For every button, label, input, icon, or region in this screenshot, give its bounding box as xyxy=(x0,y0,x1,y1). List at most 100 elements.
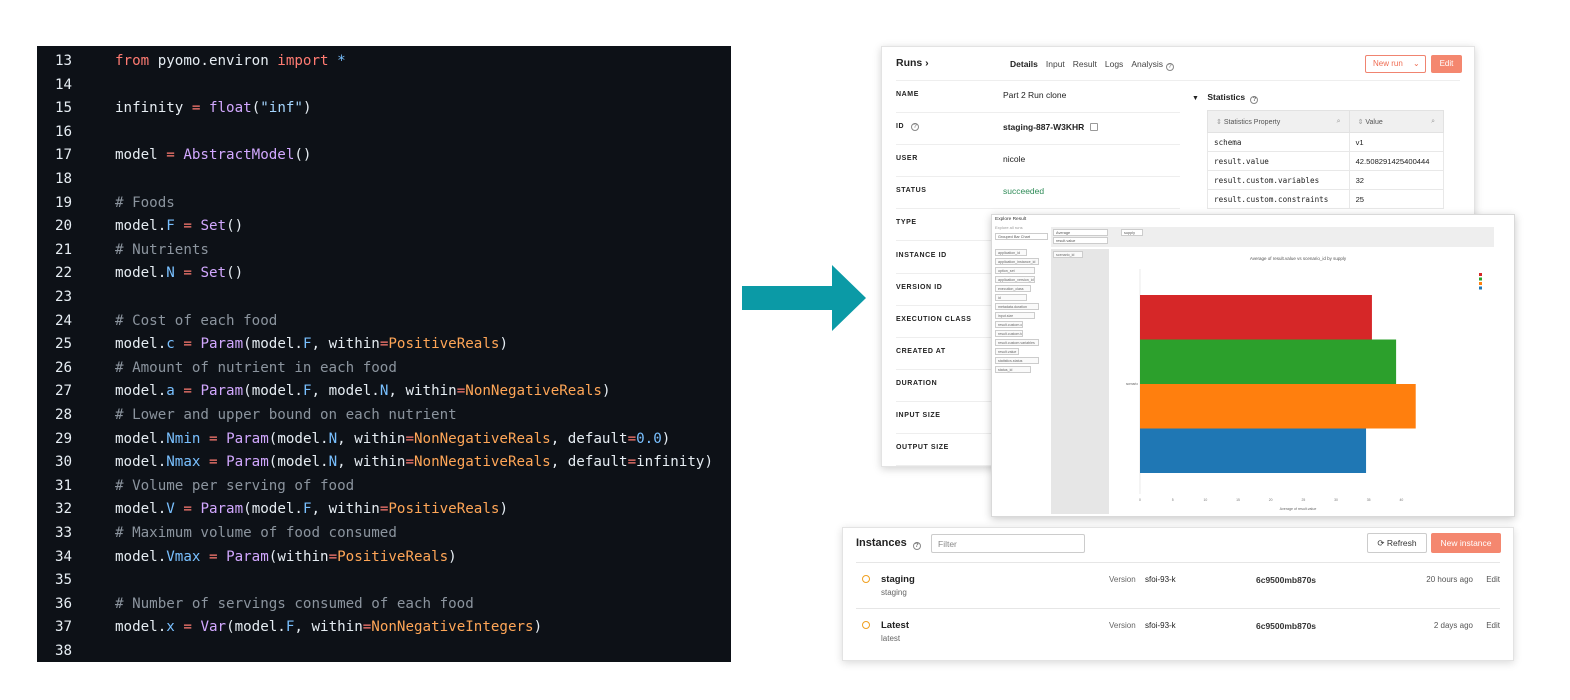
field-chip[interactable]: result.custom.constraints xyxy=(995,321,1023,328)
field-chip[interactable]: metadata.duration xyxy=(995,303,1039,310)
statistics-property-cell: result.custom.constraints xyxy=(1207,189,1350,209)
code-line[interactable]: 22 model.N = Set() xyxy=(37,262,731,286)
column-header-label: Statistics Property xyxy=(1223,118,1281,126)
search-icon[interactable]: ⌕ xyxy=(1337,118,1341,126)
table-row[interactable]: schema v1 xyxy=(1207,132,1445,152)
code-line[interactable]: 16 xyxy=(37,121,731,145)
refresh-button[interactable]: ⟳ Refresh xyxy=(1367,533,1427,553)
statistics-section-header[interactable]: ▼ Statistics ? xyxy=(1192,92,1259,104)
code-line[interactable]: 38 xyxy=(37,640,731,662)
edit-instance-link[interactable]: Edit xyxy=(1486,575,1500,584)
code-line[interactable]: 27 model.a = Param(model.F, model.N, with… xyxy=(37,380,731,404)
new-run-button[interactable]: New run ⌄ xyxy=(1365,55,1426,73)
code-line[interactable]: 31 # Volume per serving of food xyxy=(37,475,731,499)
code-line[interactable]: 15 infinity = float("inf") xyxy=(37,97,731,121)
code-line[interactable]: 36 # Number of servings consumed of each … xyxy=(37,593,731,617)
code-line[interactable]: 23 xyxy=(37,286,731,310)
x-tick-label: 0 xyxy=(1139,498,1141,502)
code-line[interactable]: 30 model.Nmax = Param(model.N, within=Non… xyxy=(37,451,731,475)
code-line[interactable]: 33 # Maximum volume of food consumed xyxy=(37,522,731,546)
code-token: infinity xyxy=(115,100,192,117)
instance-name[interactable]: Latest xyxy=(881,620,909,631)
code-token: Nmin xyxy=(166,430,201,447)
code-line[interactable]: 32 model.V = Param(model.F, within=Positi… xyxy=(37,498,731,522)
code-token: # Lower and upper bound on each nutrient xyxy=(115,407,457,423)
code-line[interactable]: 34 model.Vmax = Param(within=PositiveReal… xyxy=(37,546,731,570)
code-token: AbstractModel xyxy=(183,147,295,164)
field-chip[interactable]: input.size xyxy=(995,312,1035,319)
code-line[interactable]: 37 model.x = Var(model.F, within=NonNegat… xyxy=(37,616,731,640)
code-token: model. xyxy=(115,548,167,565)
code-line[interactable]: 29 model.Nmin = Param(model.N, within=Non… xyxy=(37,428,731,452)
edit-instance-link[interactable]: Edit xyxy=(1486,621,1500,630)
field-chip[interactable]: id xyxy=(995,294,1027,301)
table-row[interactable]: result.value 42.508291425400444 xyxy=(1207,151,1445,171)
code-line[interactable]: 18 xyxy=(37,168,731,192)
code-editor[interactable]: 13 from pyomo.environ import * 14 15 infinit… xyxy=(37,46,731,662)
code-line[interactable]: 24 # Cost of each food xyxy=(37,310,731,334)
code-line[interactable]: 20 model.F = Set() xyxy=(37,215,731,239)
field-chip[interactable]: result.custom.variables xyxy=(995,339,1039,346)
value-field-select[interactable]: result.value xyxy=(1053,237,1108,244)
line-number: 37 xyxy=(55,619,73,636)
tab-input[interactable]: Input xyxy=(1046,59,1065,71)
line-number: 19 xyxy=(55,194,73,211)
column-header-property[interactable]: ⇕ Statistics Property ⌕ xyxy=(1207,110,1350,133)
code-line[interactable]: 25 model.c = Param(model.F, within=Positi… xyxy=(37,333,731,357)
code-line[interactable]: 17 model = AbstractModel() xyxy=(37,144,731,168)
code-token: x xyxy=(166,619,175,636)
code-token: model. xyxy=(115,454,167,471)
run-tabs: Details Input Result Logs Analysis? xyxy=(1010,59,1174,71)
code-token: model. xyxy=(115,383,167,400)
column-header-value[interactable]: ⇕ Value ⌕ xyxy=(1348,110,1445,133)
sort-icon: ⇕ xyxy=(1216,118,1222,126)
search-icon[interactable]: ⌕ xyxy=(1431,118,1435,126)
aggregation-select[interactable]: Average xyxy=(1053,229,1108,236)
field-chip[interactable]: application_id xyxy=(995,249,1027,256)
code-line[interactable]: 13 from pyomo.environ import * xyxy=(37,50,731,74)
code-line[interactable]: 19 # Foods xyxy=(37,192,731,216)
code-token: N xyxy=(328,454,338,471)
field-chip[interactable]: statistics.status xyxy=(995,357,1039,364)
instances-filter-input[interactable] xyxy=(931,534,1085,553)
field-chip[interactable]: result.value xyxy=(995,348,1019,355)
field-chip[interactable]: result.custom.total_grade xyxy=(995,330,1023,337)
tab-logs[interactable]: Logs xyxy=(1105,59,1123,71)
statistics-property-cell: result.value xyxy=(1207,151,1350,171)
field-chip[interactable]: application_version_id xyxy=(995,276,1035,283)
tab-details[interactable]: Details xyxy=(1010,59,1038,71)
edit-run-button[interactable]: Edit xyxy=(1431,55,1462,73)
split-field-select[interactable]: supply xyxy=(1121,229,1143,236)
new-instance-button[interactable]: New instance xyxy=(1431,533,1501,553)
instance-row[interactable]: staging staging Version sfoi-93-k 6c9500mb87… xyxy=(856,562,1500,607)
instance-row[interactable]: Latest latest Version sfoi-93-k 6c9500mb870s… xyxy=(856,608,1500,653)
field-chip[interactable]: scenario_id xyxy=(1053,251,1083,258)
code-token: = xyxy=(405,454,415,471)
code-line[interactable]: 26 # Amount of nutrient in each food xyxy=(37,357,731,381)
instance-name[interactable]: staging xyxy=(881,574,915,585)
rows-drop-zone[interactable]: scenario_id xyxy=(1051,249,1109,514)
tab-result[interactable]: Result xyxy=(1073,59,1097,71)
code-line[interactable]: 21 # Nutrients xyxy=(37,239,731,263)
code-token: = xyxy=(362,619,372,636)
field-chip[interactable]: status_id xyxy=(995,366,1031,373)
copy-icon[interactable] xyxy=(1090,123,1099,132)
code-token: Param xyxy=(200,501,244,518)
code-line[interactable]: 35 xyxy=(37,569,731,593)
table-row[interactable]: result.custom.constraints 25 xyxy=(1207,189,1445,209)
field-chip[interactable]: option_set xyxy=(995,267,1035,274)
runs-breadcrumb[interactable]: Runs › xyxy=(896,57,929,69)
code-token: , default xyxy=(550,454,628,471)
field-chip[interactable]: application_instance_id xyxy=(995,258,1039,265)
field-chip[interactable]: execution_class xyxy=(995,285,1031,292)
line-number: 35 xyxy=(55,572,73,589)
table-row[interactable]: result.custom.variables 32 xyxy=(1207,170,1445,190)
explore-toolbar xyxy=(1051,227,1494,247)
code-token: = xyxy=(183,336,192,353)
chart-type-select[interactable]: Grouped Bar Chart xyxy=(995,233,1048,240)
updated-time: 2 days ago xyxy=(1433,621,1473,630)
code-line[interactable]: 14 xyxy=(37,74,731,98)
code-line[interactable]: 28 # Lower and upper bound on each nutrie… xyxy=(37,404,731,428)
tab-analysis[interactable]: Analysis? xyxy=(1131,59,1174,71)
